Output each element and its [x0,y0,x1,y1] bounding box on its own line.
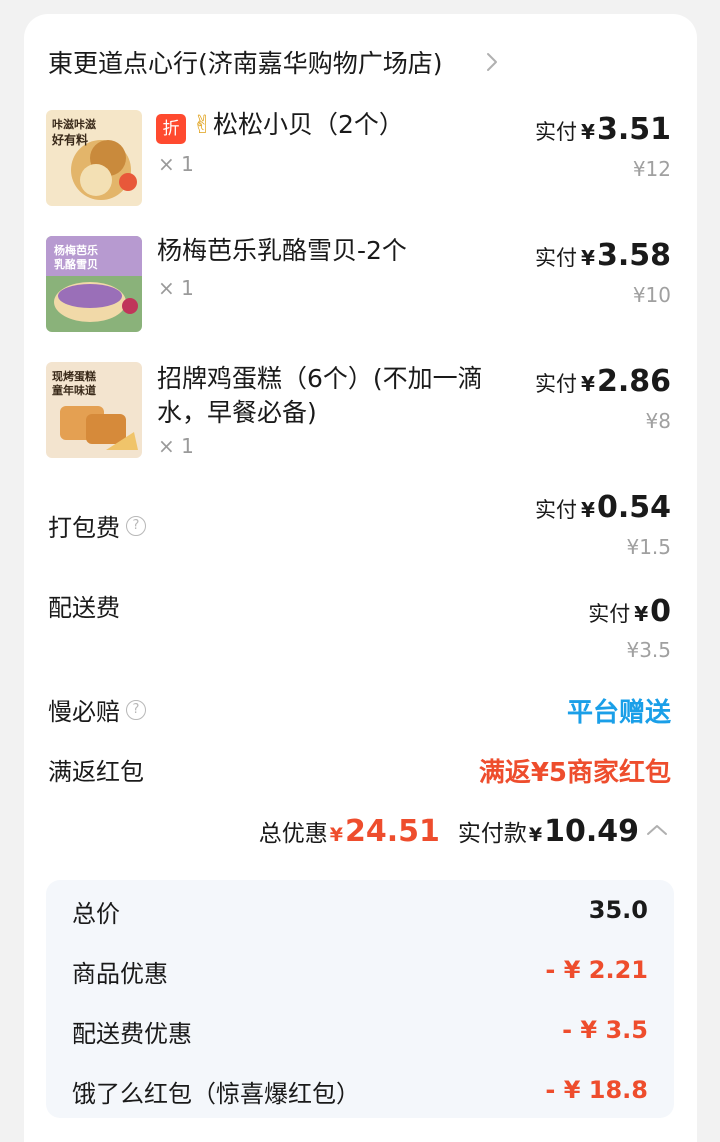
total-discount-amount: 24.51 [344,814,440,849]
total-discount-label: 总优惠 [258,821,328,847]
product-image[interactable]: 现烤蛋糕 童年味道 [46,362,142,458]
chevron-up-icon[interactable] [643,819,671,841]
price-breakdown-box: 总价 35.0 商品优惠 - ¥ 2.21 配送费优惠 - ¥ 3.5 饿了么红… [46,880,674,1118]
packing-fee-label: 打包费 ? [48,508,146,543]
packing-fee-original: ¥1.5 [626,535,671,559]
product-name[interactable]: 招牌鸡蛋糕（6个）(不加一滴 水，早餐必备) [157,362,483,430]
order-detail-card: 東更道点心行(济南嘉华购物广场店) 咔滋咔滋 好有料 折 ✌松松小贝（2个） × … [24,14,697,1142]
summary-value: - ¥ 2.21 [545,956,648,984]
summary-label: 商品优惠 [72,960,168,988]
hand-emoji-icon: ✌ [192,110,213,139]
summary-label: 饿了么红包（惊喜爆红包） [72,1080,360,1108]
question-icon[interactable]: ? [126,515,146,536]
delivery-fee-original: ¥3.5 [626,638,671,662]
redpack-value: 满返¥5商家红包 [478,758,671,788]
svg-text:童年味道: 童年味道 [52,383,96,397]
summary-label: 总价 [72,900,120,928]
discount-badge: 折 [156,113,186,144]
product-quantity: × 1 [158,276,194,300]
late-compensation-value: 平台赠送 [566,698,671,728]
product-name[interactable]: 杨梅芭乐乳酪雪贝-2个 [157,234,407,268]
product-original-price: ¥12 [632,157,671,181]
question-icon[interactable]: ? [126,699,146,720]
delivery-fee-paid: 实付 ¥0 [588,594,671,629]
summary-value: - ¥ 3.5 [562,1016,648,1044]
order-totals[interactable]: 总优惠 ¥ 24.51 实付款 ¥ 10.49 [259,814,671,849]
product-original-price: ¥10 [632,283,671,307]
product-quantity: × 1 [158,434,194,458]
packing-fee-paid: 实付 ¥0.54 [535,490,671,525]
shop-name[interactable]: 東更道点心行(济南嘉华购物广场店) [48,44,443,80]
product-image[interactable]: 杨梅芭乐 乳酪雪贝 [46,236,142,332]
delivery-fee-label: 配送费 [48,594,120,622]
svg-text:好有料: 好有料 [51,132,88,147]
paid-total-amount: 10.49 [544,814,639,849]
product-name-row[interactable]: 折 ✌松松小贝（2个） [156,108,404,144]
chevron-right-icon[interactable] [478,48,506,76]
redpack-label: 满返红包 [48,758,144,786]
summary-label: 配送费优惠 [72,1020,192,1048]
product-original-price: ¥8 [645,409,671,433]
product-paid-price: 实付 ¥3.58 [535,238,671,273]
summary-value: - ¥ 18.8 [545,1076,648,1104]
product-quantity: × 1 [158,152,194,176]
paid-total-label: 实付款 [457,821,527,847]
product-paid-price: 实付 ¥2.86 [535,364,671,399]
late-compensation-label: 慢必赔 ? [48,692,146,727]
product-image[interactable]: 咔滋咔滋 好有料 [46,110,142,206]
svg-text:乳酪雪贝: 乳酪雪贝 [54,257,98,271]
summary-value: 35.0 [588,896,648,924]
svg-text:现烤蛋糕: 现烤蛋糕 [52,369,96,383]
svg-text:咔滋咔滋: 咔滋咔滋 [52,117,96,131]
product-paid-price: 实付 ¥3.51 [535,112,671,147]
product-name: 松松小贝（2个） [212,110,404,139]
svg-text:杨梅芭乐: 杨梅芭乐 [54,243,98,257]
